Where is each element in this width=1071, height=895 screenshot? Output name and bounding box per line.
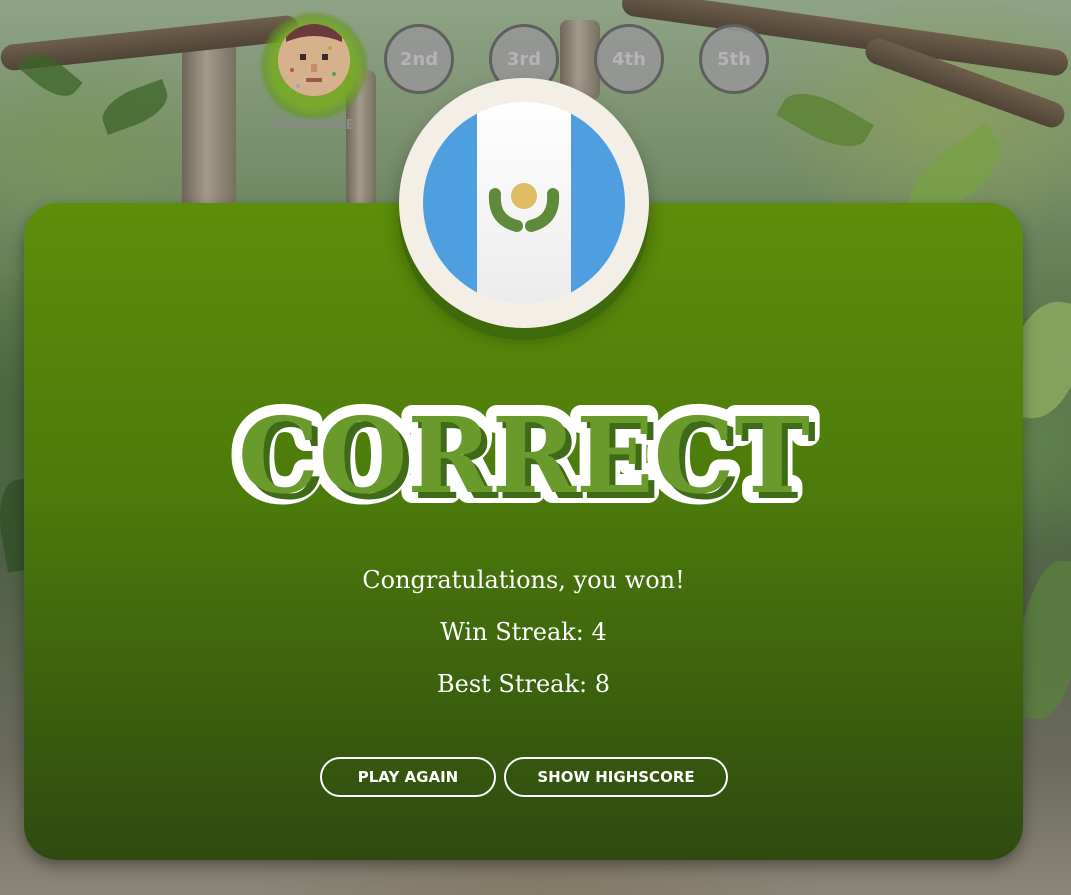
guatemala-flag-icon: [423, 102, 625, 304]
round-slot-2nd: 2nd: [384, 24, 454, 94]
best-streak-label: Best Streak: 8: [436, 670, 611, 698]
result-title: CORRECT CORRECT CORRECT: [227, 392, 821, 510]
round-slot-5th: 5th: [699, 24, 769, 94]
avatar-face-icon: [278, 24, 350, 96]
flag-emblem-icon: [488, 183, 560, 232]
svg-text:CORRECT: CORRECT: [238, 394, 810, 510]
round-slot-4th: 4th: [594, 24, 664, 94]
play-again-button[interactable]: PLAY AGAIN: [320, 757, 496, 797]
show-highscore-button[interactable]: SHOW HIGHSCORE: [504, 757, 728, 797]
game-screen: SONDRAKE 2nd 3rd 4th 5th CORRECT CORRECT…: [0, 0, 1071, 895]
flag-medallion: [399, 78, 649, 328]
player-avatar: [278, 24, 350, 96]
win-streak-label: Win Streak: 4: [440, 618, 607, 646]
result-message: Congratulations, you won!: [362, 566, 685, 594]
player-name-label: SONDRAKE: [273, 118, 355, 133]
